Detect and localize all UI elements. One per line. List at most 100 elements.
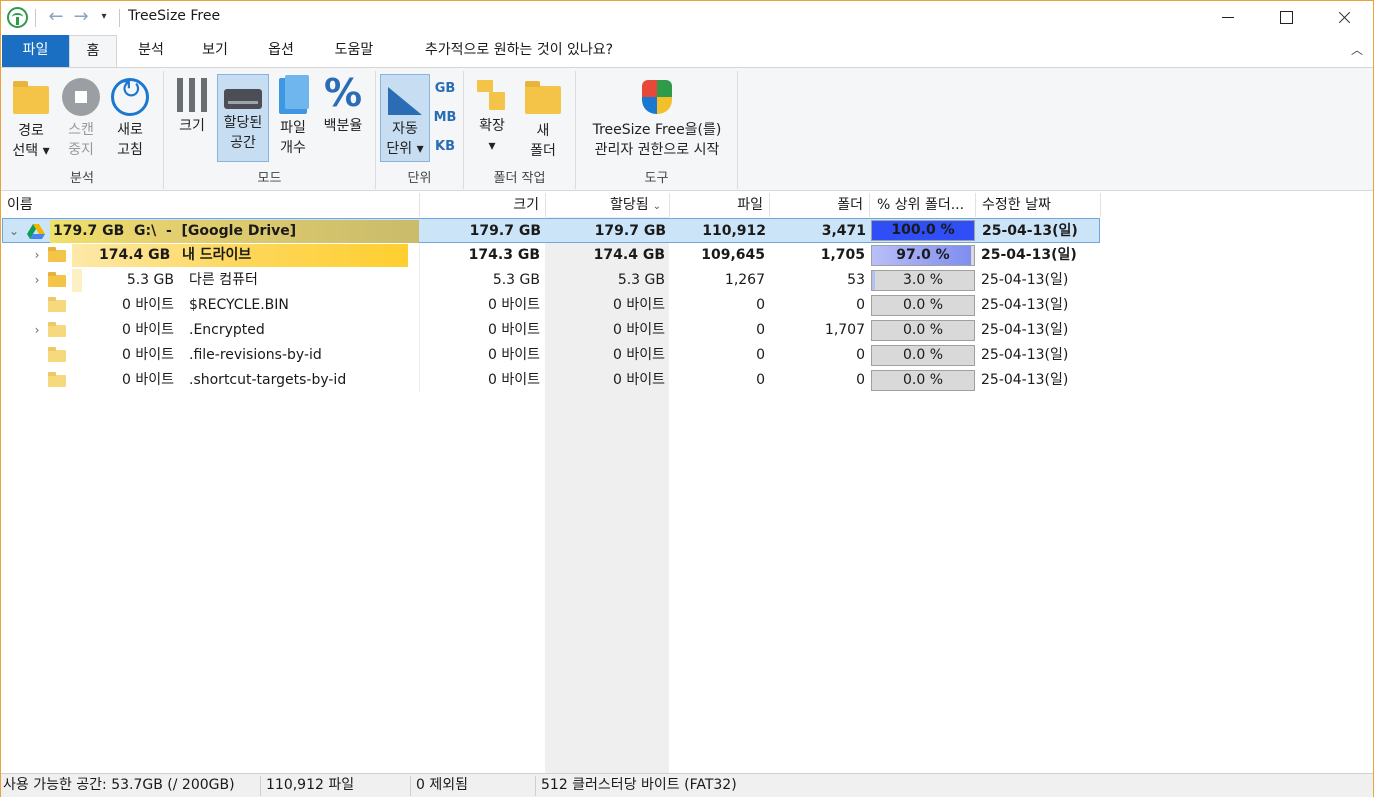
folder-icon bbox=[48, 347, 66, 362]
collapse-ribbon-icon[interactable]: ︿ bbox=[1349, 41, 1365, 57]
maximize-button[interactable] bbox=[1257, 1, 1315, 34]
tree-row[interactable]: › 174.4 GB 내 드라이브 174.3 GB 174.4 GB 109,… bbox=[2, 243, 1100, 268]
column-separator bbox=[1100, 193, 1101, 217]
close-button[interactable] bbox=[1315, 1, 1373, 34]
row-size: 174.3 GB bbox=[468, 247, 540, 263]
row-modified: 25-04-13(일) bbox=[981, 247, 1077, 263]
tree-row[interactable]: 0 바이트 .file-revisions-by-id 0 바이트 0 바이트 … bbox=[2, 343, 1100, 368]
tree-row[interactable]: 0 바이트 $RECYCLE.BIN 0 바이트 0 바이트 0 0 0.0 %… bbox=[2, 293, 1100, 318]
row-name-size: 179.7 GB bbox=[53, 223, 125, 239]
treesize-window: ← → ▾ TreeSize Free 파일 홈 분석 보기 옵션 도움말 추가… bbox=[0, 0, 1374, 797]
column-header-pct-parent[interactable]: % 상위 폴더... bbox=[877, 193, 975, 217]
percent-icon: % bbox=[323, 71, 363, 115]
row-name: 다른 컴퓨터 bbox=[189, 272, 258, 288]
size-mode-button[interactable]: 크기 bbox=[170, 74, 214, 136]
row-name-size: 174.4 GB bbox=[99, 247, 171, 263]
select-path-button[interactable]: 경로 선택 ▾ bbox=[7, 74, 55, 161]
folder-icon bbox=[48, 247, 66, 262]
percent-button[interactable]: % 백분율 bbox=[317, 74, 369, 136]
minimize-button[interactable] bbox=[1199, 1, 1257, 34]
row-allocated: 179.7 GB bbox=[594, 223, 666, 239]
expand-button[interactable]: 확장 ▾ bbox=[470, 74, 514, 156]
drive-icon bbox=[224, 89, 262, 109]
folder-icon bbox=[48, 272, 66, 287]
column-separator bbox=[869, 193, 870, 217]
tab-help[interactable]: 도움말 bbox=[321, 35, 387, 67]
unit-kb-button[interactable]: KB bbox=[433, 139, 457, 154]
unit-mb-button[interactable]: MB bbox=[433, 110, 457, 125]
expand-chevron-icon[interactable]: › bbox=[30, 243, 44, 268]
stop-scan-button[interactable]: 스캔 중지 bbox=[58, 74, 104, 160]
pct-parent-bar: 0.0 % bbox=[871, 295, 975, 316]
ribbon-group-mode: 크기 할당된 공간 파일 개수 % 백분율 모드 bbox=[164, 71, 376, 189]
expand-tree-icon bbox=[475, 78, 509, 112]
treesize-app-icon[interactable] bbox=[7, 7, 28, 28]
ruler-icon bbox=[386, 85, 424, 117]
pct-parent-bar: 100.0 % bbox=[871, 220, 975, 241]
row-modified: 25-04-13(일) bbox=[981, 372, 1069, 388]
row-size: 179.7 GB bbox=[469, 223, 541, 239]
row-modified: 25-04-13(일) bbox=[981, 272, 1069, 288]
status-file-count: 110,912 파일 bbox=[266, 777, 355, 793]
tab-view[interactable]: 보기 bbox=[189, 35, 241, 67]
allocated-space-button[interactable]: 할당된 공간 bbox=[217, 74, 269, 162]
forward-arrow-icon[interactable]: → bbox=[70, 5, 92, 29]
refresh-icon bbox=[111, 78, 149, 116]
row-folders: 53 bbox=[847, 272, 865, 288]
group-label-scan: 분석 bbox=[70, 171, 94, 186]
row-name: .Encrypted bbox=[189, 322, 265, 338]
tree-row[interactable]: › 0 바이트 .Encrypted 0 바이트 0 바이트 0 1,707 0… bbox=[2, 318, 1100, 343]
status-separator bbox=[260, 776, 261, 796]
tab-options[interactable]: 옵션 bbox=[255, 35, 307, 67]
unit-gb-button[interactable]: GB bbox=[433, 81, 457, 96]
quick-access-dropdown-icon[interactable]: ▾ bbox=[93, 5, 115, 29]
column-header-size[interactable]: 크기 bbox=[419, 193, 545, 217]
row-size: 0 바이트 bbox=[488, 297, 540, 313]
row-allocated: 0 바이트 bbox=[613, 347, 665, 363]
folder-icon bbox=[48, 297, 66, 312]
status-cluster-size: 512 클러스터당 바이트 (FAT32) bbox=[541, 777, 737, 793]
tab-home[interactable]: 홈 bbox=[69, 35, 117, 68]
title-separator bbox=[35, 9, 36, 27]
column-header-allocated[interactable]: 할당됨 ⌄ bbox=[545, 193, 669, 217]
row-size: 0 바이트 bbox=[488, 347, 540, 363]
run-as-admin-button[interactable]: TreeSize Free을(를) 관리자 권한으로 시작 bbox=[580, 74, 734, 160]
pct-parent-bar: 3.0 % bbox=[871, 270, 975, 291]
google-drive-icon bbox=[27, 224, 45, 239]
row-folders: 0 bbox=[856, 347, 865, 363]
column-header-folders[interactable]: 폴더 bbox=[769, 193, 869, 217]
row-name: 내 드라이브 bbox=[182, 247, 252, 263]
row-modified: 25-04-13(일) bbox=[981, 322, 1069, 338]
tell-me-box[interactable]: 추가적으로 원하는 것이 있나요? bbox=[403, 35, 635, 67]
row-name-size: 0 바이트 bbox=[122, 297, 174, 313]
size-bar bbox=[72, 269, 82, 292]
new-folder-button[interactable]: 새 폴더 bbox=[520, 74, 566, 161]
column-header-name[interactable]: 이름 bbox=[7, 193, 417, 217]
pct-fill bbox=[872, 271, 876, 290]
tree-row[interactable]: 0 바이트 .shortcut-targets-by-id 0 바이트 0 바이… bbox=[2, 368, 1100, 393]
expand-chevron-icon[interactable]: › bbox=[30, 268, 44, 293]
tree-row[interactable]: › 5.3 GB 다른 컴퓨터 5.3 GB 5.3 GB 1,267 53 3… bbox=[2, 268, 1100, 293]
tab-analyze[interactable]: 분석 bbox=[125, 35, 177, 67]
column-header-files[interactable]: 파일 bbox=[669, 193, 769, 217]
column-header-modified[interactable]: 수정한 날짜 bbox=[982, 193, 1100, 217]
collapse-chevron-icon[interactable]: ⌄ bbox=[7, 219, 21, 244]
status-bar: 사용 가능한 공간: 53.7GB (/ 200GB) 110,912 파일 0… bbox=[1, 773, 1373, 797]
row-folders: 0 bbox=[856, 297, 865, 313]
row-size: 0 바이트 bbox=[488, 322, 540, 338]
auto-unit-button[interactable]: 자동 단위 ▾ bbox=[380, 74, 430, 162]
file-count-button[interactable]: 파일 개수 bbox=[272, 74, 314, 158]
ribbon-tab-bar: 파일 홈 분석 보기 옵션 도움말 추가적으로 원하는 것이 있나요? ︿ bbox=[1, 35, 1373, 68]
back-arrow-icon[interactable]: ← bbox=[45, 5, 67, 29]
refresh-button[interactable]: 새로 고침 bbox=[107, 74, 153, 160]
row-folders: 1,707 bbox=[824, 322, 865, 338]
row-folders: 1,705 bbox=[820, 247, 865, 263]
pct-parent-bar: 0.0 % bbox=[871, 370, 975, 391]
files-icon bbox=[279, 75, 309, 114]
group-label-folder-ops: 폴더 작업 bbox=[493, 171, 546, 186]
title-separator bbox=[119, 9, 120, 27]
tab-file[interactable]: 파일 bbox=[2, 35, 69, 67]
expand-chevron-icon[interactable]: › bbox=[30, 318, 44, 343]
tree-row-root[interactable]: ⌄ 179.7 GB G:\ - [Google Drive] 179.7 GB… bbox=[2, 218, 1100, 243]
row-allocated: 0 바이트 bbox=[613, 297, 665, 313]
